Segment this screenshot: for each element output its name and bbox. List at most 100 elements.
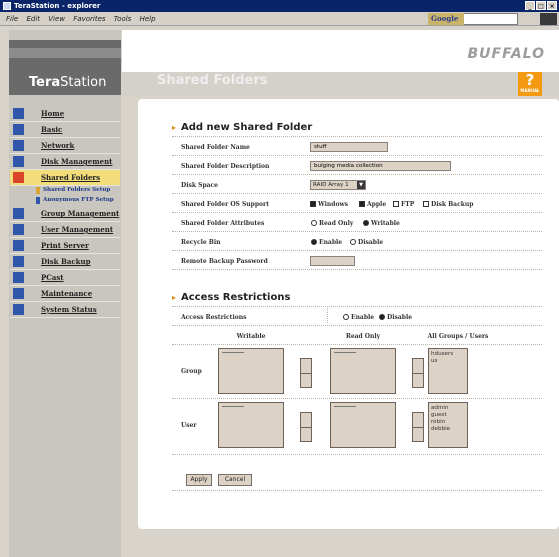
option-label: Apple	[367, 201, 387, 208]
logo-station: Station	[60, 75, 107, 90]
nav-item-home[interactable]: Home	[10, 106, 120, 122]
group-read-only-list[interactable]	[330, 348, 396, 394]
user-read-only-list[interactable]	[330, 402, 396, 448]
divider	[172, 325, 542, 326]
user-writable-move-buttons[interactable]	[300, 412, 312, 442]
backup-icon	[13, 256, 24, 267]
add-folder-heading: ▸ Add new Shared Folder	[172, 122, 312, 133]
list-item[interactable]: us	[431, 358, 465, 365]
all-groups-list[interactable]: hdusers us	[428, 348, 468, 394]
manual-label: MANUAL	[520, 88, 540, 93]
nav-item-disk-management[interactable]: Disk Management	[10, 154, 120, 170]
access-enable-radio[interactable]: Enable	[343, 314, 374, 321]
manual-button[interactable]: ? MANUAL	[518, 72, 542, 96]
os-disk-backup-checkbox[interactable]: Disk Backup	[423, 201, 473, 208]
nav-item-group-management[interactable]: Group Management	[10, 206, 120, 222]
nav-label: Print Server	[41, 241, 89, 250]
disk-space-value: RAID Array 1	[313, 182, 349, 188]
os-apple-checkbox[interactable]: Apple	[359, 201, 386, 208]
nav-item-user-management[interactable]: User Management	[10, 222, 120, 238]
nav-item-maintenance[interactable]: Maintenance	[10, 286, 120, 302]
disk-space-select[interactable]: RAID Array 1 ▼	[310, 180, 366, 190]
cancel-button[interactable]: Cancel	[218, 474, 252, 486]
nav-label: Maintenance	[41, 289, 93, 298]
nav-item-shared-folders[interactable]: Shared Folders	[10, 170, 120, 186]
user-icon	[13, 224, 24, 235]
divider	[172, 344, 542, 345]
list-placeholder-line	[222, 406, 244, 407]
pcast-icon	[13, 272, 24, 283]
recycle-disable-radio[interactable]: Disable	[350, 239, 383, 246]
menu-file[interactable]: File	[6, 12, 18, 26]
menu-favorites[interactable]: Favorites	[73, 12, 105, 26]
group-writable-move-buttons[interactable]	[300, 358, 312, 388]
close-button[interactable]: ×	[547, 1, 557, 10]
maximize-button[interactable]: □	[536, 1, 546, 10]
menu-tools[interactable]: Tools	[114, 12, 132, 26]
divider	[172, 490, 542, 491]
user-row-label: User	[181, 422, 197, 429]
os-windows-checkbox[interactable]: Windows	[310, 201, 348, 208]
nav-item-disk-backup[interactable]: Disk Backup	[10, 254, 120, 270]
group-writable-list[interactable]	[218, 348, 284, 394]
divider	[172, 174, 542, 175]
backup-password-input[interactable]	[310, 256, 355, 266]
subnav-shared-folders-setup[interactable]: Shared Folders Setup	[10, 186, 120, 196]
access-disable-radio[interactable]: Disable	[379, 314, 412, 321]
nav-label: User Management	[41, 225, 114, 234]
chevron-down-icon: ▼	[357, 181, 365, 189]
home-icon	[13, 108, 24, 119]
printer-icon	[13, 240, 24, 251]
user-writable-list[interactable]	[218, 402, 284, 448]
nav-item-network[interactable]: Network	[10, 138, 120, 154]
nav-item-pcast[interactable]: PCast	[10, 270, 120, 286]
radio-icon	[350, 239, 356, 245]
minimize-button[interactable]: _	[525, 1, 535, 10]
app-icon	[3, 2, 11, 10]
list-item[interactable]: admin	[431, 405, 465, 412]
help-icon: ?	[525, 71, 535, 89]
side-nav: Home Basic Network Disk Management Share…	[10, 106, 120, 318]
group-read-only-move-buttons[interactable]	[412, 358, 424, 388]
toolbar-icon[interactable]	[540, 13, 557, 25]
list-item[interactable]: guest	[431, 412, 465, 419]
option-label: Disable	[358, 239, 384, 246]
list-placeholder-line	[334, 352, 356, 353]
attr-read-only-radio[interactable]: Read Only	[311, 220, 353, 227]
user-read-only-move-buttons[interactable]	[412, 412, 424, 442]
nav-label: Basic	[41, 125, 63, 134]
all-users-list[interactable]: admin guest robin debbie	[428, 402, 468, 448]
list-item[interactable]: hdusers	[431, 351, 465, 358]
divider	[172, 269, 542, 270]
os-ftp-checkbox[interactable]: FTP	[393, 201, 414, 208]
subnav-anonymous-ftp-setup[interactable]: Anonymous FTP Setup	[10, 196, 120, 206]
button-divider	[301, 373, 311, 374]
nav-item-basic[interactable]: Basic	[10, 122, 120, 138]
divider	[172, 193, 542, 194]
menu-view[interactable]: View	[48, 12, 65, 26]
google-toolbar-button[interactable]: Google	[428, 13, 464, 25]
menu-help[interactable]: Help	[140, 12, 156, 26]
list-item[interactable]: debbie	[431, 426, 465, 433]
folder-name-input[interactable]: stuff	[310, 142, 388, 152]
attr-writable-radio[interactable]: Writable	[363, 220, 400, 227]
caret-icon: ▸	[172, 293, 177, 302]
all-groups-users-column-header: All Groups / Users	[427, 333, 489, 340]
recycle-enable-radio[interactable]: Enable	[311, 239, 342, 246]
nav-item-print-server[interactable]: Print Server	[10, 238, 120, 254]
list-item[interactable]: robin	[431, 419, 465, 426]
wrench-icon	[13, 288, 24, 299]
menu-edit[interactable]: Edit	[26, 12, 40, 26]
access-heading: ▸ Access Restrictions	[172, 292, 290, 303]
folder-description-input[interactable]: bulging media collection	[310, 161, 451, 171]
list-placeholder-line	[222, 352, 244, 353]
apply-button[interactable]: Apply	[186, 474, 212, 486]
radio-icon	[363, 220, 369, 226]
checkbox-icon	[393, 201, 399, 207]
button-divider	[413, 373, 423, 374]
radio-icon	[379, 314, 385, 320]
read-only-column-header: Read Only	[345, 333, 381, 340]
nav-item-system-status[interactable]: System Status	[10, 302, 120, 318]
divider	[172, 155, 542, 156]
nav-label: Group Management	[41, 209, 120, 218]
